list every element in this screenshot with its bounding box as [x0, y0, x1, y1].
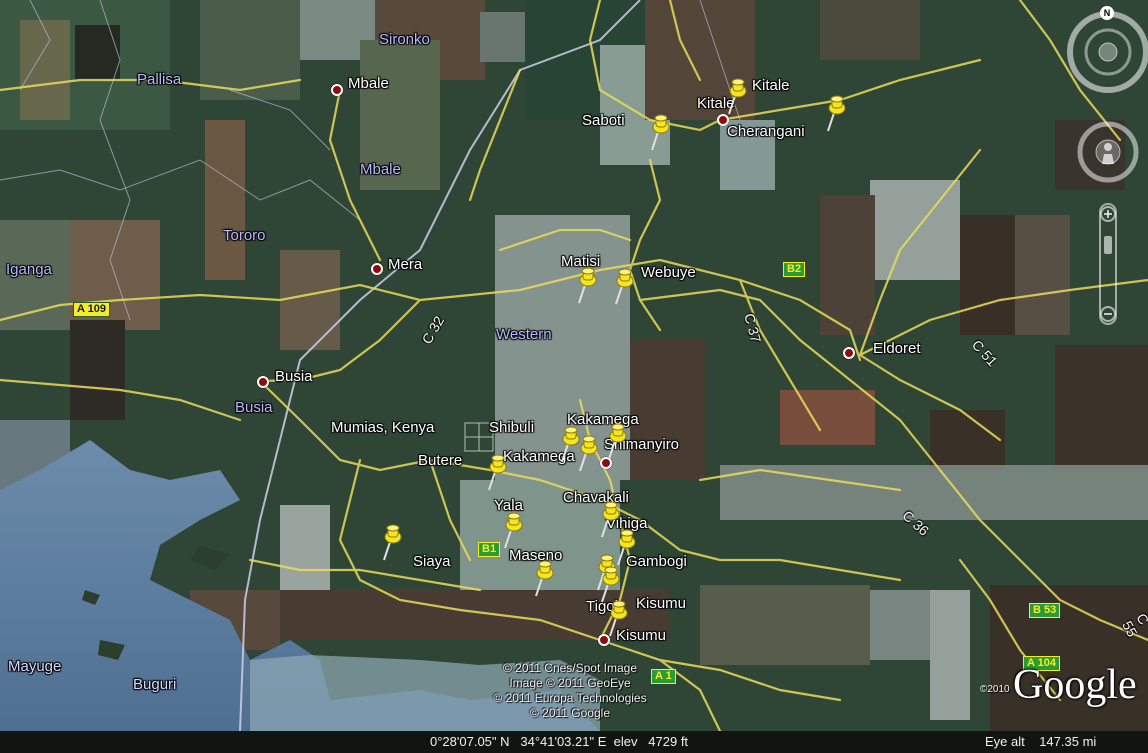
eye-altitude-readout: Eye alt 147.35 mi — [985, 734, 1097, 749]
pin-label-siaya: Siaya — [413, 553, 451, 570]
label-cherangani: Cherangani — [727, 123, 805, 140]
city-dot-mera[interactable] — [371, 263, 383, 275]
city-dot-busia[interactable] — [257, 376, 269, 388]
label-mayuge: Mayuge — [8, 658, 62, 675]
pushpin-icon[interactable] — [604, 598, 632, 638]
pin-label-mumias: Mumias, Kenya — [331, 419, 435, 436]
label-busia-region: Busia — [235, 399, 273, 416]
pushpin-icon[interactable] — [573, 265, 601, 305]
road-shield-a109: A 109 — [73, 302, 110, 317]
google-logo: Google — [1013, 662, 1137, 708]
navigation-controls-graphic[interactable] — [1064, 4, 1148, 334]
satellite-imagery[interactable] — [0, 0, 1148, 731]
label-mbale-city: Mbale — [348, 75, 389, 92]
pushpin-icon[interactable] — [483, 452, 511, 492]
label-busia-city: Busia — [275, 368, 313, 385]
pushpin-icon[interactable] — [822, 93, 850, 133]
road-shield-b53: B 53 — [1029, 603, 1061, 618]
credit-line: © 2011 Cnes/Spot Image — [502, 661, 638, 675]
pushpin-icon[interactable] — [603, 421, 631, 461]
coordinates-readout: 0°28'07.05" N 34°41'03.21" E elev 4729 f… — [430, 734, 689, 749]
credit-line: Image © 2011 GeoEye — [509, 676, 631, 690]
imagery-credits: © 2011 Cnes/Spot Image Image © 2011 GeoE… — [440, 661, 700, 721]
road-shield-b2: B2 — [783, 262, 806, 277]
status-bar: 0°28'07.05" N 34°41'03.21" E elev 4729 f… — [0, 731, 1148, 753]
pushpin-icon[interactable] — [378, 522, 406, 562]
north-button[interactable]: N — [1100, 6, 1114, 20]
label-iganga: Iganga — [6, 261, 52, 278]
label-pallisa: Pallisa — [137, 71, 182, 88]
city-dot-mbale[interactable] — [331, 84, 343, 96]
road-shield-b1: B1 — [478, 542, 501, 557]
label-tororo: Tororo — [223, 227, 266, 244]
label-sironko: Sironko — [379, 31, 430, 48]
city-dot-eldoret[interactable] — [843, 347, 855, 359]
label-western: Western — [496, 326, 552, 343]
credit-line: © 2011 Google — [529, 706, 610, 720]
label-buguri: Buguri — [133, 676, 177, 693]
pin-label-kitale: Kitale — [752, 77, 790, 94]
label-eldoret: Eldoret — [873, 340, 921, 357]
pushpin-icon[interactable] — [646, 112, 674, 152]
pin-label-kisumu: Kisumu — [636, 595, 687, 612]
pushpin-icon[interactable] — [723, 76, 751, 116]
navigation-controls[interactable]: N — [1064, 4, 1148, 334]
label-mbale-region: Mbale — [360, 161, 401, 178]
map-viewport[interactable]: Sironko Pallisa Mbale Mbale Tororo Igang… — [0, 0, 1148, 753]
credit-line: © 2011 Europa Technologies — [493, 691, 647, 705]
pushpin-icon[interactable] — [530, 558, 558, 598]
copyright-year: ©2010 — [980, 684, 1010, 695]
pin-label-shibuli: Shibuli — [489, 419, 535, 436]
pushpin-icon[interactable] — [499, 510, 527, 550]
pin-label-butere: Butere — [418, 452, 463, 469]
pushpin-icon[interactable] — [574, 433, 602, 473]
pin-label-webuye: Webuye — [641, 264, 696, 281]
pushpin-icon[interactable] — [610, 266, 638, 306]
pin-label-saboti: Saboti — [582, 112, 625, 129]
label-mera: Mera — [388, 256, 423, 273]
